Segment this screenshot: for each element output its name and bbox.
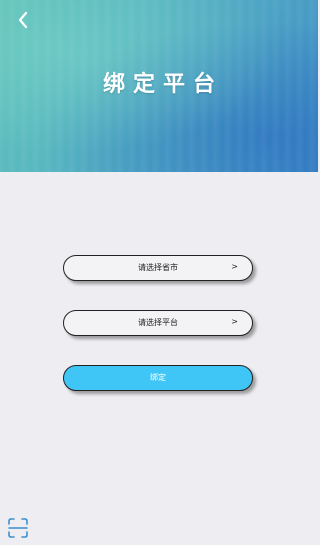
- platform-select-arrow: >: [231, 317, 238, 326]
- province-select-arrow: >: [231, 262, 238, 271]
- scan-button[interactable]: [8, 518, 28, 538]
- province-select-label: 请选择省市: [138, 263, 178, 272]
- platform-select-label: 请选择平台: [138, 318, 178, 327]
- bind-button[interactable]: 绑定: [63, 365, 253, 391]
- page-title: 绑定平台: [102, 72, 223, 97]
- chevron-left-icon: [18, 11, 28, 29]
- header-banner: 绑定平台: [0, 0, 318, 172]
- back-button[interactable]: [12, 8, 36, 32]
- province-select[interactable]: 请选择省市 >: [63, 255, 253, 281]
- scan-icon: [8, 518, 28, 538]
- bind-button-label: 绑定: [150, 373, 166, 382]
- platform-select[interactable]: 请选择平台 >: [63, 310, 253, 336]
